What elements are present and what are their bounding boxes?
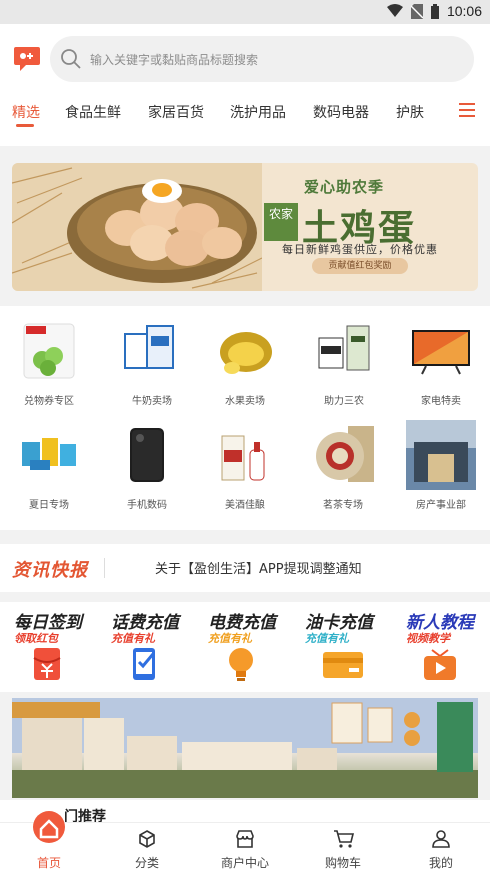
property-image (12, 698, 478, 798)
nav-cart[interactable]: 购物车 (294, 823, 392, 871)
electricity-recharge-button[interactable]: 电费充值 充值有礼 (194, 602, 290, 692)
person-icon (432, 830, 450, 848)
status-bar: 10:06 (0, 0, 490, 24)
category-item[interactable]: 兑物券专区 (0, 306, 98, 410)
farm-goods-icon (318, 325, 370, 371)
action-subtitle: 充值有礼 (208, 632, 252, 645)
wifi-icon (386, 4, 403, 17)
tab-underline (16, 124, 34, 127)
nav-label: 我的 (428, 856, 453, 870)
phone-recharge-button[interactable]: 话费充值 充值有礼 (97, 602, 193, 692)
no-sim-icon (410, 3, 423, 19)
phone-check-icon (133, 648, 155, 680)
category-label: 美酒佳酿 (225, 500, 265, 511)
category-item[interactable]: 夏日专场 (0, 410, 98, 514)
red-envelope-icon (33, 648, 61, 680)
category-item[interactable]: 牛奶卖场 (103, 306, 201, 410)
egg-basket-image (12, 163, 262, 291)
property-banner[interactable] (12, 698, 478, 798)
news-logo: 资讯快报 (12, 560, 88, 581)
status-icons: 10:06 (386, 3, 482, 19)
tab-fresh-food[interactable]: 食品生鲜 (65, 102, 121, 122)
nav-label: 分类 (134, 856, 159, 870)
tv-play-icon (424, 649, 456, 680)
menu-icon[interactable] (458, 102, 476, 118)
bottom-nav: 首页 分类 商户中心 购物车 我的 (0, 811, 490, 871)
nav-mine[interactable]: 我的 (392, 823, 490, 871)
category-item[interactable]: 房产事业部 (392, 410, 490, 514)
search-icon (61, 49, 81, 69)
nav-label: 商户中心 (220, 856, 269, 870)
liquor-icon (221, 435, 265, 481)
lightbulb-icon (229, 648, 253, 681)
category-item[interactable]: 茗茶专场 (294, 410, 392, 514)
category-item[interactable]: 美酒佳酿 (196, 410, 294, 514)
category-label: 助力三农 (324, 396, 364, 407)
milk-box-icon (124, 325, 174, 369)
chat-logo-icon[interactable] (12, 44, 42, 74)
tab-home-goods[interactable]: 家居百货 (148, 102, 204, 122)
category-item[interactable]: 水果卖场 (196, 306, 294, 410)
category-label: 茗茶专场 (323, 500, 363, 511)
category-label: 水果卖场 (225, 396, 265, 407)
tv-icon (412, 330, 470, 375)
building-icon (406, 420, 476, 490)
category-label: 兑物券专区 (24, 396, 74, 407)
news-divider (104, 558, 105, 578)
category-label: 手机数码 (127, 500, 167, 511)
battery-icon (430, 3, 439, 19)
newbie-tutorial-button[interactable]: 新人教程 视频教学 (392, 602, 488, 692)
category-label: 夏日专场 (29, 500, 69, 511)
banner-pill: 贡献值红包奖励 (312, 258, 408, 274)
news-headline[interactable]: 关于【盈创生活】APP提现调整通知 (155, 558, 362, 577)
category-item[interactable]: 手机数码 (98, 410, 196, 514)
tab-skincare[interactable]: 护肤 (396, 102, 424, 122)
summer-goods-icon (22, 438, 76, 470)
category-grid: 兑物券专区 牛奶卖场 水果卖场 助力三农 家电特卖 夏日专场 手机数码 美酒佳酿… (0, 306, 490, 530)
phone-icon (130, 428, 164, 482)
news-ticker[interactable]: 资讯快报 关于【盈创生活】APP提现调整通知 (0, 544, 490, 592)
quick-actions: 每日签到 领取红包 话费充值 充值有礼 电费充值 充值有礼 油卡充值 充值有礼 (0, 602, 490, 692)
status-time: 10:06 (446, 3, 482, 19)
category-item[interactable]: 家电特卖 (392, 306, 490, 410)
card-icon (323, 652, 363, 678)
header: 输入关键字或黏贴商品标题搜索 精选 食品生鲜 家居百货 洗护用品 数码电器 护肤 (0, 24, 490, 146)
category-label: 牛奶卖场 (132, 396, 172, 407)
nav-label: 首页 (36, 856, 61, 870)
fuel-card-recharge-button[interactable]: 油卡充值 充值有礼 (291, 602, 387, 692)
category-label: 家电特卖 (421, 396, 461, 407)
category-tabs: 精选 食品生鲜 家居百货 洗护用品 数码电器 护肤 (0, 98, 490, 128)
store-icon (236, 830, 254, 848)
search-bar[interactable]: 输入关键字或黏贴商品标题搜索 (50, 36, 474, 82)
action-subtitle: 领取红包 (14, 632, 58, 645)
search-input[interactable]: 输入关键字或黏贴商品标题搜索 (90, 51, 258, 68)
banner-subtitle: 每日新鲜鸡蛋供应，价格优惠 (282, 243, 438, 256)
action-subtitle: 充值有礼 (305, 632, 349, 645)
tab-digital[interactable]: 数码电器 (313, 102, 369, 122)
category-label: 房产事业部 (416, 500, 466, 511)
nav-merchant-center[interactable]: 商户中心 (196, 823, 294, 871)
nav-home[interactable]: 首页 (0, 811, 98, 871)
banner-title-small: 爱心助农季 (304, 178, 385, 196)
cart-icon (334, 830, 355, 848)
snack-bag-icon (23, 323, 75, 379)
promo-banner[interactable]: 爱心助农季 农家 土鸡蛋 每日新鲜鸡蛋供应，价格优惠 贡献值红包奖励 (12, 163, 478, 291)
tea-cake-icon (316, 426, 374, 482)
durian-icon (220, 332, 272, 374)
tab-featured[interactable]: 精选 (12, 102, 40, 122)
daily-checkin-button[interactable]: 每日签到 领取红包 (0, 602, 96, 692)
cube-icon (139, 830, 155, 848)
action-subtitle: 充值有礼 (111, 632, 155, 645)
tab-toiletries[interactable]: 洗护用品 (230, 102, 286, 122)
home-icon (33, 811, 65, 843)
banner-badge: 农家 (264, 203, 298, 241)
nav-label: 购物车 (324, 856, 361, 870)
action-subtitle: 视频教学 (406, 632, 450, 645)
nav-category[interactable]: 分类 (98, 823, 196, 871)
category-item[interactable]: 助力三农 (295, 306, 393, 410)
